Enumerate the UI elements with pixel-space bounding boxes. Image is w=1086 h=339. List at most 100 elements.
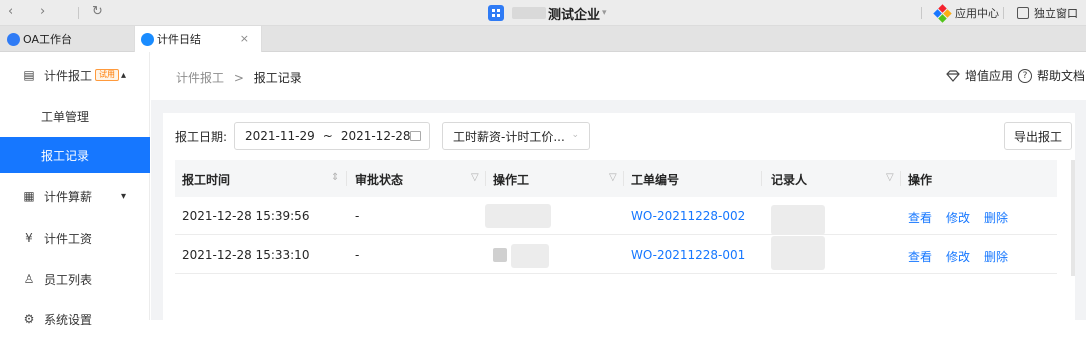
filter-icon[interactable]: ▽	[609, 172, 617, 183]
filter-icon[interactable]: ▽	[886, 172, 894, 183]
sidebar-item-label: 计件报工	[44, 68, 93, 83]
browser-toolbar: ‹ › ↻ 测试企业 ▾ 应用中心 独立窗口	[0, 0, 1086, 26]
operator-redacted	[511, 244, 549, 268]
sidebar-item-label: 报工记录	[41, 148, 90, 163]
column-header-time[interactable]: 报工时间	[182, 171, 230, 188]
help-icon: ?	[1018, 68, 1032, 83]
recorder-redacted	[771, 205, 825, 235]
sidebar-item-label: 计件算薪	[44, 189, 93, 204]
recorder-redacted	[771, 236, 825, 270]
sidebar-item-piece-wages[interactable]: ¥ 计件工资	[0, 218, 150, 258]
approval-status: -	[355, 248, 360, 262]
sidebar-item-employees[interactable]: ♙ 员工列表	[0, 259, 150, 299]
order-number-link[interactable]: WO-20211228-002	[631, 209, 745, 223]
gear-app-icon	[141, 32, 154, 46]
sidebar-item-piece-salary[interactable]: ▦ 计件算薪 ▾	[0, 176, 150, 216]
tab-label: OA工作台	[23, 33, 72, 46]
date-end: 2021-12-28	[340, 129, 411, 143]
column-header-order-no: 工单编号	[631, 173, 680, 187]
export-report-button[interactable]: 导出报工	[1004, 122, 1072, 150]
yen-icon: ¥	[25, 231, 33, 245]
avatar-placeholder-icon	[493, 248, 507, 262]
delete-button[interactable]: 删除	[984, 248, 1008, 265]
grid-icon	[7, 32, 20, 46]
column-header-recorder: 记录人	[771, 173, 808, 187]
calculator-icon: ▦	[23, 189, 35, 203]
breadcrumb-separator: >	[233, 71, 244, 85]
user-icon: ♙	[23, 272, 35, 286]
table-scrollbar[interactable]	[1071, 160, 1075, 276]
report-icon: ▤	[23, 68, 35, 82]
close-icon[interactable]: ×	[240, 32, 249, 45]
company-grid-icon	[488, 5, 504, 21]
external-window-icon	[1017, 7, 1029, 19]
sidebar-item-settings[interactable]: ⚙ 系统设置	[0, 299, 150, 339]
app-center-label: 应用中心	[955, 7, 999, 20]
sidebar-item-piece-report[interactable]: ▤ 计件报工 试用 ▴	[0, 55, 150, 95]
sort-icon[interactable]: ⇕	[331, 172, 339, 183]
value-added-button[interactable]: 增值应用	[946, 67, 1013, 84]
report-time: 2021-12-28 15:33:10	[182, 248, 310, 262]
sidebar-item-work-orders[interactable]: 工单管理	[0, 98, 150, 134]
app-center-button[interactable]: 应用中心	[933, 3, 999, 23]
column-header-actions: 操作	[908, 173, 933, 187]
table-header: 报工时间 ⇕ 审批状态 ▽ 操作工 ▽ 工单编号 记录人 ▽ 操作	[175, 160, 1057, 197]
breadcrumb-current: 报工记录	[253, 71, 302, 85]
column-header-status: 审批状态	[355, 173, 404, 187]
date-separator: ~	[322, 129, 333, 143]
table-row: 2021-12-28 15:33:10 - WO-20211228-001 查看…	[175, 236, 1057, 274]
standalone-window-label: 独立窗口	[1034, 7, 1078, 20]
help-docs-button[interactable]: ? 帮助文档	[1018, 67, 1085, 84]
sidebar-item-label: 工单管理	[41, 109, 90, 124]
sidebar: ▤ 计件报工 试用 ▴ 工单管理 报工记录 ▦ 计件算薪 ▾ ¥ 计件工资 ♙ …	[0, 52, 150, 327]
redacted-text	[512, 7, 546, 19]
sidebar-item-label: 计件工资	[44, 231, 93, 246]
breadcrumb-parent[interactable]: 计件报工	[176, 71, 224, 85]
tab-label: 计件日结	[157, 33, 201, 46]
column-divider	[485, 171, 486, 186]
trial-badge: 试用	[95, 69, 119, 81]
back-button[interactable]: ‹	[8, 4, 13, 20]
date-range-picker[interactable]: 2021-11-29 ~ 2021-12-28	[234, 122, 430, 150]
column-divider	[900, 171, 901, 186]
chevron-down-icon: ▾	[602, 8, 607, 18]
date-start: 2021-11-29	[245, 129, 315, 143]
calendar-icon	[410, 131, 421, 141]
wage-type-select[interactable]: 工时薪资-计时工价... ⌄	[442, 122, 590, 150]
company-switcher[interactable]: 测试企业 ▾	[488, 4, 607, 23]
edit-button[interactable]: 修改	[946, 248, 970, 265]
sidebar-item-report-records[interactable]: 报工记录	[0, 137, 150, 173]
breadcrumb: 计件报工 > 报工记录	[176, 69, 302, 86]
help-docs-label: 帮助文档	[1037, 69, 1086, 83]
chevron-down-icon: ▾	[121, 190, 127, 202]
tab-piece-daily[interactable]: 计件日结 ×	[134, 26, 262, 52]
column-divider	[761, 171, 762, 186]
divider	[78, 7, 79, 19]
filter-icon[interactable]: ▽	[471, 172, 479, 183]
forward-button[interactable]: ›	[40, 4, 45, 20]
sidebar-item-label: 员工列表	[44, 272, 93, 287]
approval-status: -	[355, 209, 360, 223]
tab-oa-workbench[interactable]: OA工作台	[0, 26, 134, 52]
reload-button[interactable]: ↻	[92, 4, 103, 20]
edit-button[interactable]: 修改	[946, 209, 970, 226]
app-center-icon	[933, 3, 952, 23]
order-number-link[interactable]: WO-20211228-001	[631, 248, 745, 262]
table-row: 2021-12-28 15:39:56 - WO-20211228-002 查看…	[175, 197, 1057, 235]
report-time: 2021-12-28 15:39:56	[182, 209, 310, 223]
column-divider	[346, 171, 347, 186]
page-header: 计件报工 > 报工记录 增值应用 ? 帮助文档	[151, 52, 1086, 100]
delete-button[interactable]: 删除	[984, 209, 1008, 226]
gear-icon: ⚙	[23, 312, 35, 326]
company-name: 测试企业	[548, 7, 601, 23]
view-button[interactable]: 查看	[908, 248, 932, 265]
chevron-up-icon: ▴	[121, 69, 127, 81]
divider	[921, 7, 922, 19]
wage-type-value: 工时薪资-计时工价...	[453, 129, 565, 144]
operator-redacted	[485, 204, 551, 228]
standalone-window-button[interactable]: 独立窗口	[1017, 5, 1078, 21]
diamond-icon	[946, 69, 960, 82]
column-header-operator: 操作工	[493, 173, 530, 187]
divider	[1003, 7, 1004, 19]
view-button[interactable]: 查看	[908, 209, 932, 226]
